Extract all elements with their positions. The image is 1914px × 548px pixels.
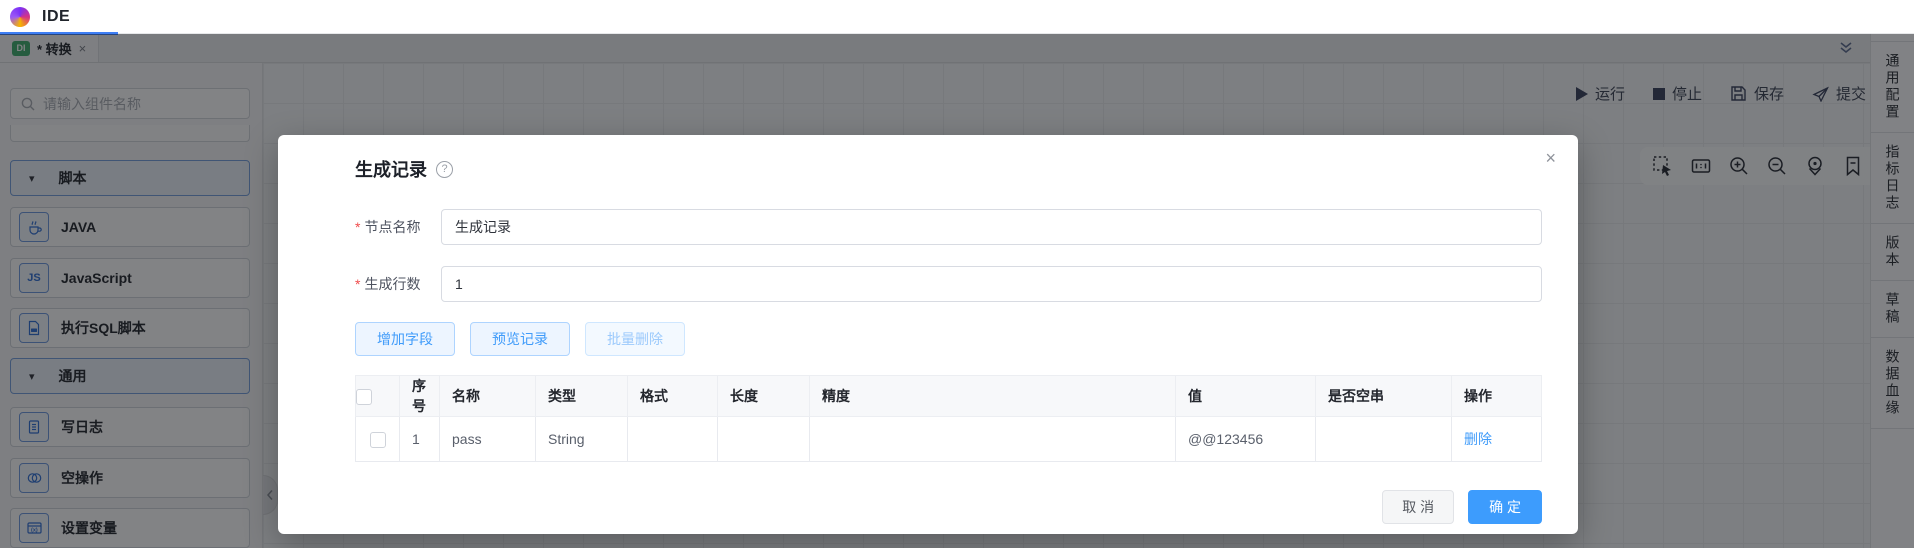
cell-name[interactable]: pass [440, 417, 536, 462]
delete-row-link[interactable]: 删除 [1464, 431, 1492, 447]
col-type: 类型 [536, 376, 628, 417]
top-bar: IDE [0, 0, 1914, 34]
col-length: 长度 [718, 376, 810, 417]
node-name-input[interactable] [441, 209, 1542, 245]
help-icon[interactable]: ? [436, 161, 453, 178]
row-checkbox[interactable] [370, 432, 386, 448]
cell-precision[interactable] [810, 417, 1176, 462]
col-value: 值 [1176, 376, 1316, 417]
cell-type[interactable]: String [536, 417, 628, 462]
cell-seq: 1 [400, 417, 440, 462]
row-count-row: *生成行数 [355, 266, 1542, 302]
row-count-label: 生成行数 [364, 276, 420, 292]
table-header-row: 序号 名称 类型 格式 长度 精度 值 是否空串 操作 [356, 376, 1542, 417]
cell-value[interactable]: @@123456 [1176, 417, 1316, 462]
col-format: 格式 [628, 376, 718, 417]
add-field-button[interactable]: 增加字段 [355, 322, 455, 356]
row-count-input[interactable] [441, 266, 1542, 302]
col-name: 名称 [440, 376, 536, 417]
cancel-button[interactable]: 取 消 [1382, 490, 1454, 524]
generate-record-dialog: 生成记录 ? × *节点名称 *生成行数 增加字段 预览记录 批量删除 序号 名… [278, 135, 1578, 534]
preview-records-button[interactable]: 预览记录 [470, 322, 570, 356]
col-precision: 精度 [810, 376, 1176, 417]
table-row: 1 pass String @@123456 删除 [356, 417, 1542, 462]
app-title: IDE [42, 8, 70, 26]
ok-button[interactable]: 确 定 [1468, 490, 1542, 524]
select-all-checkbox[interactable] [356, 389, 372, 405]
node-name-row: *节点名称 [355, 209, 1542, 245]
app-logo-icon [10, 7, 30, 27]
batch-delete-button[interactable]: 批量删除 [585, 322, 685, 356]
dialog-title: 生成记录 [355, 156, 427, 182]
col-operation: 操作 [1452, 376, 1542, 417]
required-mark: * [355, 219, 360, 235]
cell-length[interactable] [718, 417, 810, 462]
close-icon[interactable]: × [1545, 149, 1556, 167]
cell-is-empty-string[interactable] [1316, 417, 1452, 462]
node-name-label: 节点名称 [364, 219, 420, 235]
col-seq: 序号 [400, 376, 440, 417]
cell-format[interactable] [628, 417, 718, 462]
col-is-empty-string: 是否空串 [1316, 376, 1452, 417]
required-mark: * [355, 276, 360, 292]
fields-table: 序号 名称 类型 格式 长度 精度 值 是否空串 操作 1 pass Strin… [355, 375, 1542, 462]
